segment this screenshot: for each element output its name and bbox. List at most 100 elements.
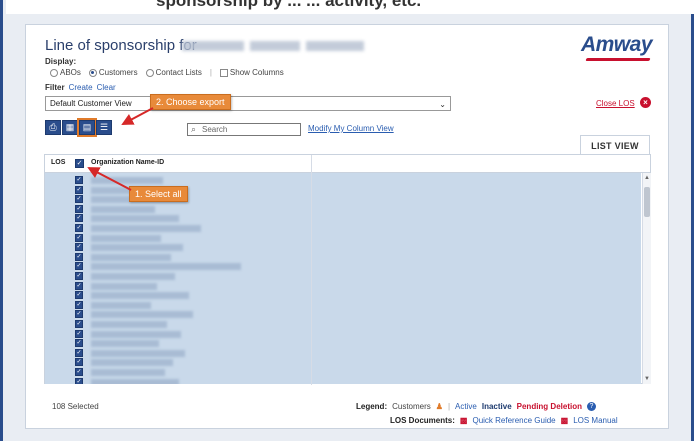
select-all-checkbox[interactable]: ✓ [75,159,84,168]
page-frame: sponsorship by ... ... activity, etc. Li… [0,0,694,441]
filter-row: Filter Create Clear [45,83,116,92]
filter-clear-link[interactable]: Clear [97,83,116,92]
table-row[interactable]: ✓ [45,290,311,300]
table-row[interactable]: ✓ [45,300,311,310]
export-icon[interactable]: ▤ [77,118,97,137]
row-checkbox[interactable]: ✓ [75,368,83,376]
quick-reference-link[interactable]: Quick Reference Guide [472,416,555,425]
row-checkbox[interactable]: ✓ [75,300,83,309]
table-row[interactable]: ✓ [45,223,311,233]
table-row[interactable]: ✓ [45,338,311,348]
close-icon[interactable]: × [640,97,651,108]
radio-contact-lists[interactable]: Contact Lists [145,68,202,77]
filter-select[interactable]: Default Customer View ⌄ [45,96,451,111]
search-placeholder: Search [202,125,228,134]
row-checkbox[interactable]: ✓ [75,195,83,204]
scroll-up-icon[interactable]: ▲ [644,175,650,181]
table-row[interactable]: ✓ [45,357,311,367]
radio-abos[interactable]: ABOs [50,68,81,77]
table-row[interactable]: ✓ [45,377,311,384]
amway-logo: Amway [580,33,653,56]
table-row[interactable]: ✓ [45,309,311,319]
blurred-organization-name [91,225,201,232]
show-columns-checkbox[interactable]: Show Columns [219,68,284,77]
row-checkbox[interactable]: ✓ [75,272,83,280]
radio-icon[interactable] [50,68,58,77]
row-checkbox[interactable]: ✓ [75,339,83,348]
table-row[interactable]: ✓ [45,261,311,271]
table-row[interactable]: ✓ [45,348,311,358]
blurred-organization-name [91,234,161,242]
tab-list-view[interactable]: LIST VIEW [580,135,650,155]
pdf-icon: ▩ [560,416,569,425]
display-options: ABOs Customers Contact Lists | Show Colu… [50,68,284,77]
table-row[interactable]: ✓ [45,329,311,339]
radio-label: ABOs [60,68,81,77]
row-checkbox[interactable]: ✓ [75,204,83,213]
blurred-organization-name [91,369,165,376]
filter-create-link[interactable]: Create [69,83,93,92]
checkbox-label: Show Columns [229,68,284,77]
table-row[interactable]: ✓ [45,252,311,262]
table-row[interactable]: ✓ [45,367,311,377]
scroll-down-icon[interactable]: ▼ [644,376,650,382]
search-input[interactable]: ⌕ Search [187,123,301,136]
row-checkbox[interactable]: ✓ [75,291,83,300]
row-checkbox[interactable]: ✓ [75,214,83,223]
print-icon[interactable]: ⎙ [45,120,61,135]
help-icon[interactable]: ? [586,402,596,411]
row-checkbox[interactable]: ✓ [75,233,83,242]
grid-header: LOS ✓ Organization Name-ID [45,155,650,173]
table-row[interactable]: ✓ [45,204,311,214]
close-los-link[interactable]: Close LOS [596,99,635,108]
legend: Legend: Customers ♟ | Active Inactive Pe… [356,402,596,411]
vertical-scrollbar[interactable]: ▲ ▼ [642,173,651,384]
table-row[interactable]: ✓ [45,271,311,281]
los-manual-link[interactable]: LOS Manual [573,416,617,425]
table-row[interactable]: ✓ [45,281,311,291]
annotation-choose-export: 2. Choose export [150,94,231,110]
radio-icon[interactable] [145,68,154,77]
blurred-organization-name [91,244,183,252]
row-checkbox[interactable]: ✓ [75,281,83,290]
modify-column-view-link[interactable]: Modify My Column View [308,124,394,133]
row-checkbox[interactable]: ✓ [75,262,83,271]
list-icon[interactable]: ☰ [96,120,112,135]
scroll-thumb[interactable] [644,187,650,217]
blurred-owner-name [306,41,364,51]
legend-active: Active [455,402,477,411]
grid-icon[interactable]: ▦ [62,120,78,135]
docs-label: LOS Documents: [390,416,455,425]
radio-label: Customers [98,68,138,77]
legend-customers: Customers [392,402,431,411]
top-strip-text: sponsorship by ... ... activity, etc. [156,0,422,10]
table-row[interactable]: ✓ [45,319,311,329]
blurred-organization-name [91,292,189,300]
row-checkbox[interactable]: ✓ [75,377,83,384]
row-checkbox[interactable]: ✓ [75,358,83,367]
row-checkbox[interactable]: ✓ [75,224,83,232]
column-header-org[interactable]: Organization Name-ID [91,159,164,166]
table-row[interactable]: ✓ [45,175,311,185]
checkbox-icon[interactable] [219,68,228,77]
row-checkbox[interactable]: ✓ [75,243,83,252]
table-row[interactable]: ✓ [45,213,311,223]
toolbar: ⎙ ▦ ▤ ☰ [45,118,112,137]
radio-icon[interactable] [88,68,97,77]
table-row[interactable]: ✓ [45,233,311,243]
table-row[interactable]: ✓ [45,242,311,252]
row-checkbox[interactable]: ✓ [75,310,83,319]
row-checkbox[interactable]: ✓ [75,185,83,194]
row-checkbox[interactable]: ✓ [75,252,83,261]
radio-customers[interactable]: Customers [88,68,138,77]
blurred-organization-name [91,378,179,384]
row-checkbox[interactable]: ✓ [75,176,83,184]
row-checkbox[interactable]: ✓ [75,320,83,328]
row-checkbox[interactable]: ✓ [75,348,83,357]
column-divider [311,155,312,385]
blurred-organization-name [91,340,159,348]
row-checkbox[interactable]: ✓ [75,329,83,338]
blurred-organization-name [91,205,155,213]
legend-inactive: Inactive [481,402,512,411]
blurred-organization-name [91,349,185,357]
